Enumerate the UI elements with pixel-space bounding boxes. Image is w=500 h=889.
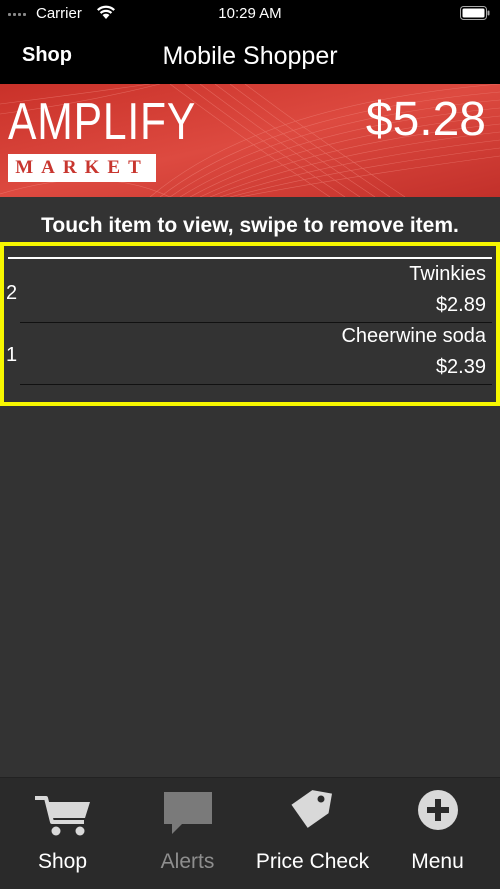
instruction-text: Touch item to view, swipe to remove item… [41, 214, 459, 237]
page-title: Mobile Shopper [162, 42, 338, 70]
tab-price-check[interactable]: Price Check [250, 778, 375, 889]
price-tag-icon [290, 790, 332, 828]
tab-menu[interactable]: Menu [375, 778, 500, 889]
item-price: $2.39 [435, 356, 486, 378]
item-quantity: 1 [6, 344, 18, 366]
row-divider [20, 384, 492, 385]
item-name: Twinkies [409, 263, 486, 285]
tab-label: Price Check [255, 850, 370, 873]
tab-label: Shop [37, 850, 88, 873]
cart-item-row[interactable]: 2 Twinkies $2.89 [0, 261, 500, 323]
cart-item-row[interactable]: 1 Cheerwine soda $2.39 [0, 323, 500, 385]
store-logo-subtext: MARKET [15, 157, 149, 178]
clock: 10:29 AM [218, 5, 282, 22]
item-quantity: 2 [6, 282, 18, 304]
tab-alerts[interactable]: Alerts [125, 778, 250, 889]
cart-icon [34, 796, 90, 836]
tab-label: Menu [411, 850, 464, 873]
app-screen: Carrier 10:29 AM Shop Mobile Shopper AMP… [0, 0, 500, 889]
tab-shop[interactable]: Shop [0, 778, 125, 889]
chat-bubble-icon [163, 792, 212, 834]
battery-icon [460, 6, 490, 20]
navigation-bar: Shop Mobile Shopper [0, 30, 500, 84]
plus-circle-icon [417, 790, 458, 830]
item-name: Cheerwine soda [341, 325, 486, 347]
item-price: $2.89 [435, 294, 486, 316]
tab-label: Alerts [160, 850, 215, 873]
tab-bar: Shop Alerts Price Check Menu [0, 777, 500, 889]
store-logo-text: AMPLIFY [8, 93, 197, 151]
cart-total: $5.28 [365, 93, 486, 146]
status-bar: Carrier 10:29 AM [0, 0, 500, 30]
list-divider [8, 257, 492, 259]
